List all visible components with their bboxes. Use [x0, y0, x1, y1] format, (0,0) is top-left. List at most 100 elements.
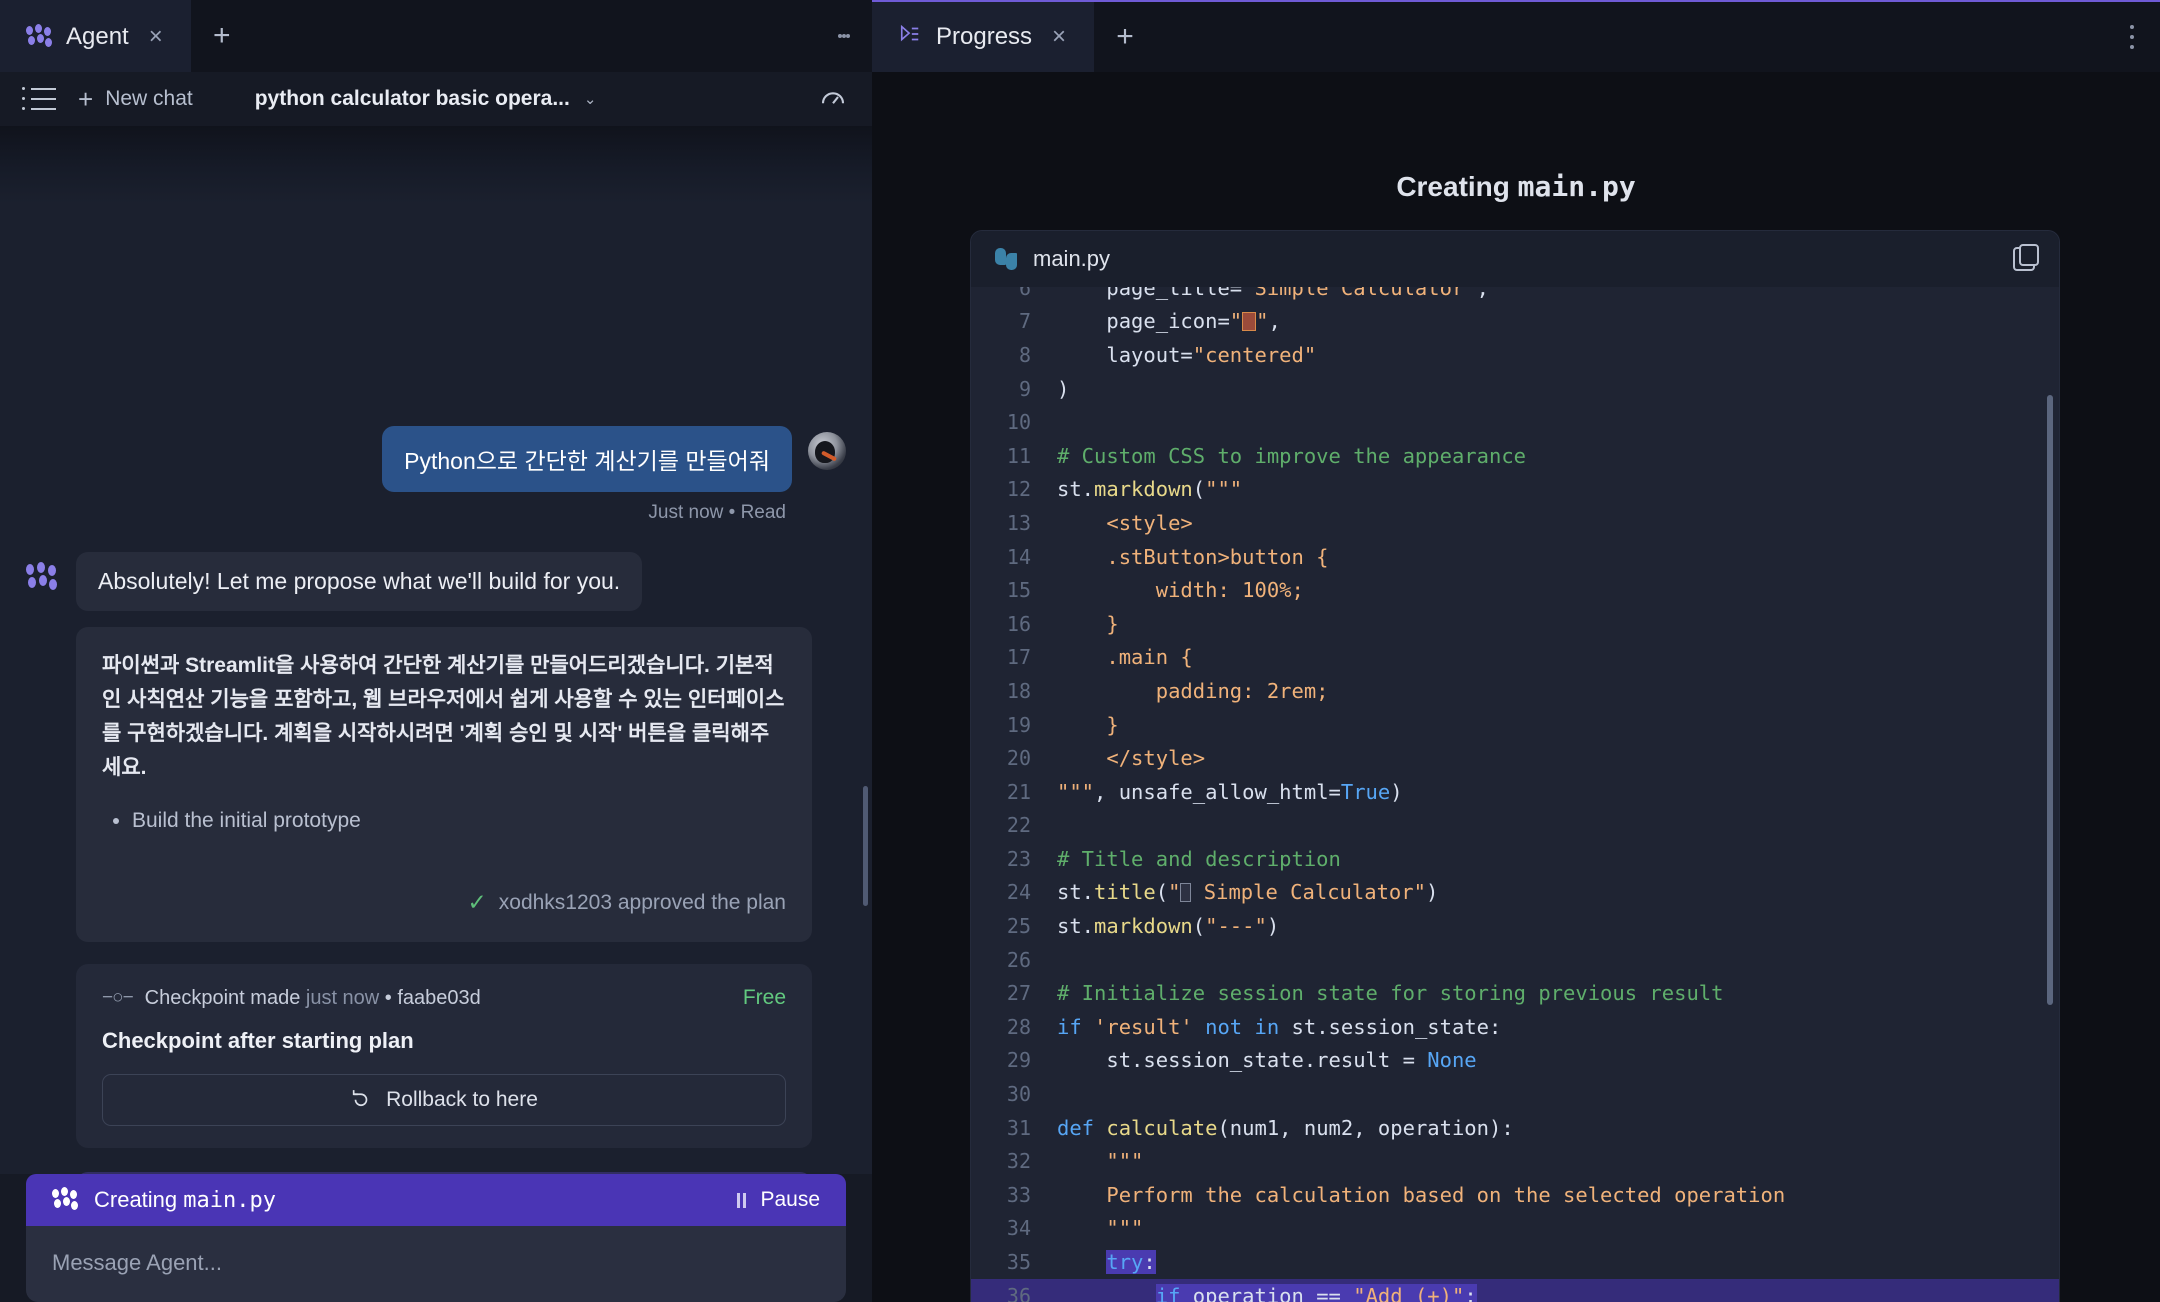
left-tabbar: Agent × + — [0, 0, 872, 72]
code-token: ) — [1266, 914, 1280, 939]
agent-message: Absolutely! Let me propose what we'll bu… — [26, 524, 846, 611]
code-token: <style> — [1057, 510, 1193, 535]
code-token: page_title= — [1057, 287, 1243, 300]
code-line: 13 <style> — [971, 506, 2059, 540]
code-token: title — [1094, 880, 1156, 905]
left-toolbar: + New chat python calculator basic opera… — [0, 72, 872, 126]
list-icon[interactable] — [22, 88, 56, 110]
checkpoint-card: −○− Checkpoint made just now • faabe03d … — [76, 964, 812, 1149]
checkpoint-title: Checkpoint after starting plan — [102, 1028, 414, 1054]
code-line-number: 26 — [1006, 947, 1031, 972]
code-token: ) — [1390, 779, 1403, 804]
code-token: } — [1057, 712, 1119, 737]
new-chat-label: New chat — [105, 87, 193, 110]
tab-progress-label: Progress — [936, 23, 1033, 50]
chat-scroll: Python으로 간단한 계산기를 만들어줘 Just now • Read A… — [0, 126, 872, 1174]
code-line-number: 13 — [1006, 510, 1031, 535]
code-token: ( — [1192, 914, 1206, 939]
user-message-meta: Just now • Read — [648, 502, 786, 523]
code-token: # Initialize session state for storing p… — [1057, 981, 1724, 1006]
message-composer[interactable]: Message Agent... — [26, 1226, 846, 1302]
new-tab-button[interactable]: + — [191, 0, 253, 72]
code-token: "Add (+)" — [1353, 1283, 1465, 1302]
tab-agent[interactable]: Agent × — [0, 0, 191, 72]
code-line-content: if operation == "Add (+)": — [1057, 1283, 1477, 1302]
code-token: .stButton>button { — [1057, 544, 1329, 569]
checkpoint-header: −○− Checkpoint made just now • faabe03d … — [102, 986, 786, 1010]
code-card-header: main.py — [971, 231, 2059, 287]
code-token: st. — [1057, 914, 1095, 939]
kebab-menu-icon[interactable] — [2104, 2, 2160, 72]
close-icon[interactable]: × — [143, 21, 169, 53]
page-title: Creating main.py — [1396, 170, 1636, 203]
chat-area: Python으로 간단한 계산기를 만들어줘 Just now • Read A… — [0, 126, 872, 1174]
code-line: 32 """ — [971, 1144, 2059, 1178]
code-token — [1340, 1283, 1354, 1302]
code-body[interactable]: 6 page_title="Simple Calculator", 7 page_… — [971, 287, 2059, 1302]
code-line-number: 24 — [1006, 880, 1031, 905]
code-line-number: 6 — [1018, 287, 1031, 300]
code-line-content: Perform the calculation based on the sel… — [1057, 1183, 1785, 1207]
message-input-placeholder[interactable]: Message Agent... — [52, 1250, 820, 1276]
code-line-number: 31 — [1006, 1115, 1031, 1140]
code-token: layout= — [1057, 342, 1193, 367]
code-token: st. — [1057, 880, 1095, 905]
check-icon: ✓ — [467, 889, 487, 916]
gauge-icon[interactable] — [818, 82, 848, 117]
code-line-content: padding: 2rem; — [1057, 679, 1329, 703]
code-line-content: st.markdown(""" — [1057, 477, 1242, 501]
code-token: calculate — [1106, 1115, 1218, 1140]
code-line: 22 — [971, 809, 2059, 843]
code-line-content: </style> — [1057, 746, 1205, 770]
code-line-content: layout="centered" — [1057, 343, 1316, 367]
code-line-content: width: 100%; — [1057, 578, 1304, 602]
code-line: 25 st.markdown("---") — [971, 909, 2059, 943]
rollback-button[interactable]: Rollback to here — [102, 1074, 786, 1127]
code-token: Perform the calculation based on the sel… — [1057, 1182, 1786, 1207]
pause-button[interactable]: Pause — [737, 1188, 820, 1212]
code-line: 21 """, unsafe_allow_html=True) — [971, 775, 2059, 809]
code-token: # Title and description — [1057, 846, 1341, 871]
code-line-content: # Title and description — [1057, 847, 1341, 871]
code-line-number: 20 — [1006, 746, 1031, 771]
code-line: 30 — [971, 1077, 2059, 1111]
code-line: 16 } — [971, 607, 2059, 641]
code-token: : — [1143, 1250, 1156, 1275]
code-token: " — [1229, 309, 1243, 334]
code-line-content: """ — [1057, 1216, 1143, 1240]
tab-progress[interactable]: Progress × — [872, 2, 1095, 72]
kebab-menu-icon[interactable] — [816, 0, 872, 72]
code-line: 12 st.markdown(""" — [971, 473, 2059, 507]
plan-body: 파이썬과 Streamlit을 사용하여 간단한 계산기를 만들어드리겠습니다.… — [102, 654, 785, 780]
new-chat-button[interactable]: + New chat — [78, 84, 193, 115]
code-line-content: # Custom CSS to improve the appearance — [1057, 444, 1526, 468]
status-bar-left: Creating main.py — [52, 1187, 276, 1213]
chat-scrollbar[interactable] — [863, 786, 868, 906]
plan-item-list: Build the initial prototype — [102, 809, 786, 833]
chevron-down-icon[interactable]: ⌄ — [584, 90, 597, 108]
code-token: </style> — [1057, 746, 1206, 771]
code-token: markdown — [1094, 477, 1193, 502]
new-tab-button[interactable]: + — [1094, 2, 1156, 72]
code-line: 17 .main { — [971, 641, 2059, 675]
status-badge: Free — [742, 986, 786, 1010]
code-line: 28 if 'result' not in st.session_state: — [971, 1010, 2059, 1044]
python-icon — [995, 248, 1017, 270]
app-root: Agent × + + New chat python calculator b… — [0, 0, 2160, 1302]
code-line-content: ) — [1057, 377, 1069, 401]
code-line: 31 def calculate(num1, num2, operation): — [971, 1111, 2059, 1145]
code-line-number: 35 — [1006, 1250, 1031, 1275]
chat-title[interactable]: python calculator basic opera... — [255, 87, 570, 111]
checkpoint-node-icon: −○− — [102, 987, 134, 1009]
avatar[interactable] — [808, 432, 846, 470]
code-token: "---" — [1205, 914, 1267, 939]
code-line-number: 21 — [1006, 779, 1031, 804]
code-line-number: 17 — [1006, 645, 1031, 670]
code-token: , — [1268, 309, 1281, 334]
copy-icon[interactable] — [2013, 244, 2039, 271]
close-icon[interactable]: × — [1046, 19, 1072, 55]
code-scrollbar[interactable] — [2047, 395, 2053, 1005]
